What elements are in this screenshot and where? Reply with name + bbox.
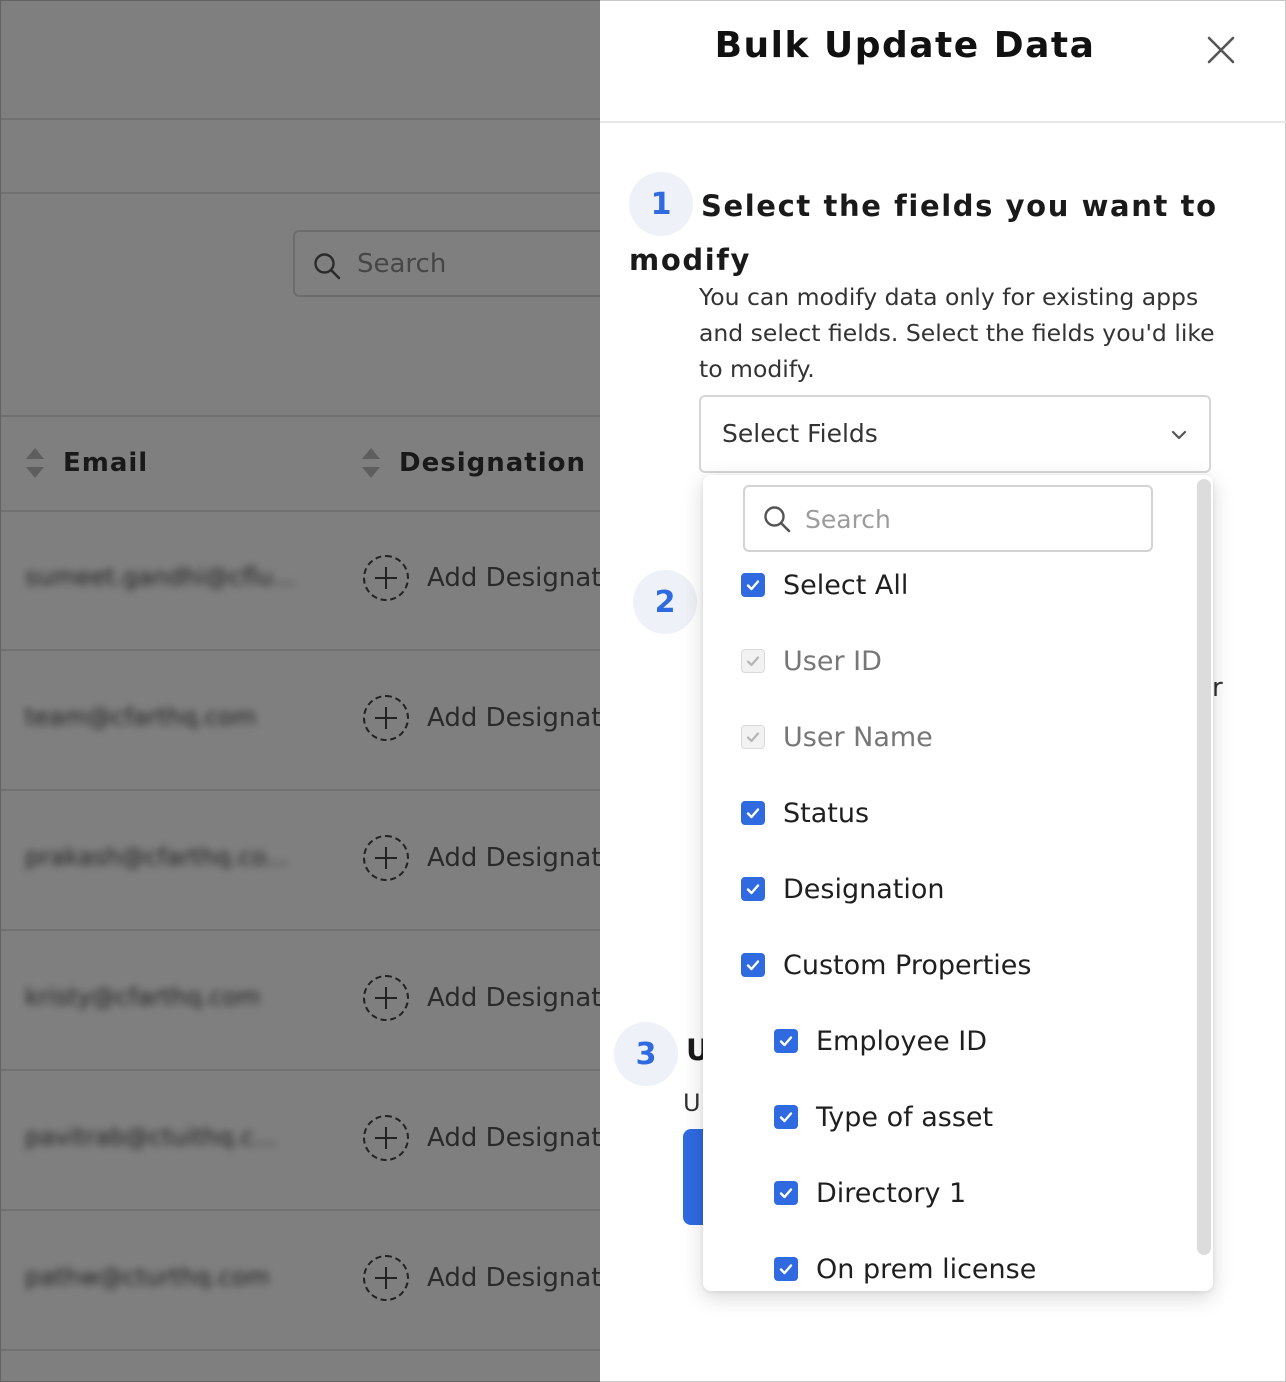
option-label: Type of asset <box>816 1101 994 1133</box>
option-directory-1[interactable]: Directory 1 <box>774 1171 966 1215</box>
checkbox-checked-icon[interactable] <box>741 877 765 901</box>
option-label: Designation <box>783 873 945 905</box>
modal-overlay[interactable] <box>0 0 600 1382</box>
checkbox-disabled-icon <box>741 725 765 749</box>
option-label: User ID <box>783 645 882 677</box>
checkbox-checked-icon[interactable] <box>741 953 765 977</box>
select-fields-menu: Select All User ID User Name Status Desi… <box>703 475 1213 1291</box>
option-designation[interactable]: Designation <box>741 867 945 911</box>
select-fields-placeholder: Select Fields <box>722 419 878 448</box>
option-employee-id[interactable]: Employee ID <box>774 1019 987 1063</box>
step-1-heading: Select the fields you want to modify <box>629 189 1218 277</box>
checkbox-checked-icon[interactable] <box>741 801 765 825</box>
option-label: Custom Properties <box>783 949 1032 981</box>
option-label: On prem license <box>816 1253 1037 1285</box>
step-2-text: r <box>1212 673 1223 703</box>
checkbox-checked-icon[interactable] <box>774 1029 798 1053</box>
option-label: Status <box>783 797 870 829</box>
checkbox-disabled-icon <box>741 649 765 673</box>
select-fields-dropdown[interactable]: Select Fields <box>699 395 1211 473</box>
bulk-update-drawer: Bulk Update Data 1 Select the fields you… <box>600 0 1286 1382</box>
option-on-prem-license[interactable]: On prem license <box>774 1247 1036 1291</box>
option-user-name: User Name <box>741 715 933 759</box>
drawer-title: Bulk Update Data <box>714 25 1096 66</box>
option-label: Directory 1 <box>816 1177 967 1209</box>
fields-search[interactable] <box>743 485 1153 552</box>
option-label: Employee ID <box>816 1025 988 1057</box>
option-type-of-asset[interactable]: Type of asset <box>774 1095 993 1139</box>
step-2-number: 2 <box>633 570 697 634</box>
search-icon <box>763 505 791 537</box>
option-label: Select All <box>783 569 909 601</box>
fields-search-input[interactable] <box>805 499 1135 539</box>
option-select-all[interactable]: Select All <box>741 563 908 607</box>
option-custom-properties[interactable]: Custom Properties <box>741 943 1031 987</box>
menu-scrollbar[interactable] <box>1197 479 1211 1255</box>
checkbox-checked-icon[interactable] <box>774 1257 798 1281</box>
step-3-number: 3 <box>614 1022 678 1086</box>
option-label: User Name <box>783 721 933 753</box>
checkbox-checked-icon[interactable] <box>741 573 765 597</box>
step-1-description: You can modify data only for existing ap… <box>699 283 1215 383</box>
step-3-description: U <box>683 1089 701 1117</box>
option-status[interactable]: Status <box>741 791 869 835</box>
close-icon[interactable] <box>1204 33 1238 67</box>
checkbox-checked-icon[interactable] <box>774 1181 798 1205</box>
option-user-id: User ID <box>741 639 882 683</box>
checkbox-checked-icon[interactable] <box>774 1105 798 1129</box>
chevron-down-icon <box>1169 425 1189 449</box>
drawer-header: Bulk Update Data <box>600 1 1286 123</box>
